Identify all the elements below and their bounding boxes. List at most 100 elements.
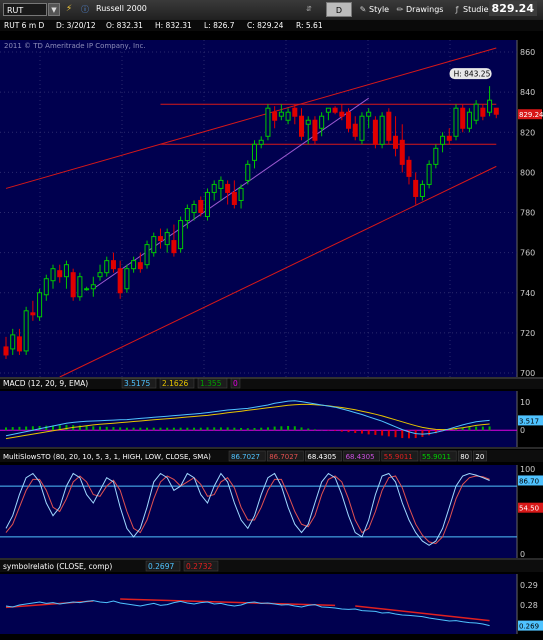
candle [245, 160, 251, 185]
candle-body [110, 260, 116, 270]
candle [265, 104, 271, 141]
macd-panel: MACD (12, 20, 9, EMA) 3.5175 2.1626 1.355 0 1… [0, 377, 543, 447]
chart-area[interactable]: 7007207407607808008208408602011 © TD Ame… [0, 31, 543, 640]
sto-tag2: 54.50 [519, 505, 539, 513]
info-date: D: 3/20/12 [56, 21, 96, 30]
high-label-text: H: 843.25 [454, 70, 491, 79]
candle [426, 160, 432, 189]
style-button[interactable]: Style [366, 2, 392, 17]
price-tick-label: 780 [520, 209, 535, 218]
chart-title: Russell 2000 [96, 4, 147, 13]
candle-body [393, 135, 399, 149]
candle-body [157, 236, 163, 242]
macd-label: MACD (12, 20, 9, EMA) [3, 379, 88, 388]
sto-value: 20 [475, 453, 484, 461]
candle [23, 306, 29, 355]
candle-body [104, 260, 110, 274]
candle-body [366, 111, 372, 117]
info-icon[interactable]: ⓘ [78, 3, 92, 16]
candle-body [359, 115, 365, 141]
candle [386, 108, 392, 145]
candle-body [339, 111, 345, 117]
price-tick-label: 740 [520, 289, 535, 298]
candle-body [453, 107, 459, 137]
price-tick-label: 760 [520, 249, 535, 258]
candle [372, 116, 378, 149]
candle-body [137, 262, 143, 270]
candle-body [178, 220, 184, 250]
macd-value: 0 [233, 379, 238, 388]
candle-body [426, 163, 432, 185]
candle-body [231, 191, 237, 205]
info-range: R: 5.61 [296, 21, 323, 30]
candle-body [30, 312, 36, 316]
symbol-dropdown-icon[interactable]: ▼ [48, 3, 60, 16]
candle-body [413, 179, 419, 197]
symbol-input[interactable]: RUT [3, 3, 47, 16]
candle [473, 100, 479, 125]
macd-tag: 3.517 [519, 417, 539, 425]
candle-body [245, 163, 251, 181]
candle-body [77, 276, 83, 298]
candle-body [466, 111, 472, 129]
candle-body [238, 187, 244, 201]
sto-value: 86.7027 [269, 453, 298, 461]
candle-body [332, 107, 338, 113]
candle [144, 240, 150, 269]
period-button[interactable]: D [326, 2, 352, 17]
macd-bg [0, 391, 517, 447]
compare-icon[interactable]: ⇵ [302, 3, 316, 16]
price-panel: 700 720 740 760 780 800 820 840 860 2011 © TD Ame… [0, 40, 543, 378]
sto-tick-label: 0 [520, 550, 525, 559]
candle [312, 116, 318, 145]
candle-body [278, 111, 284, 117]
macd-value: 2.1626 [162, 379, 188, 388]
candle [359, 112, 365, 145]
info-open: O: 832.31 [106, 21, 143, 30]
sto-tag1: 86.70 [519, 477, 539, 485]
candle-body [16, 336, 22, 352]
price-tick-label: 700 [520, 369, 535, 378]
sto-label: MultiSlowSTO (80, 20, 10, 5, 3, 1, HIGH,… [3, 453, 211, 461]
candle-body [487, 99, 493, 113]
bolt-icon[interactable]: ⚡ [62, 3, 76, 16]
stochastic-panel: MultiSlowSTO (80, 20, 10, 5, 3, 1, HIGH,… [0, 450, 543, 559]
candle-body [117, 268, 123, 294]
candle-body [3, 346, 9, 356]
candle-body [164, 232, 170, 246]
candle-body [251, 143, 258, 161]
candle-body [433, 147, 439, 165]
candle-body [84, 288, 90, 291]
candle-body [225, 183, 231, 193]
candle [37, 288, 43, 321]
sto-value: 55.9011 [422, 453, 451, 461]
candle-body [37, 292, 43, 318]
copyright-text: 2011 © TD Ameritrade IP Company, Inc. [4, 42, 146, 50]
symbol-relation-panel: symbolrelatio (CLOSE, comp) 0.2697 0.2732 0… [0, 560, 543, 634]
candle-body [204, 191, 211, 218]
price-tick-label: 860 [520, 48, 535, 57]
candle-body [352, 123, 358, 137]
price-tick-label: 840 [520, 88, 535, 97]
sto-value: 68.4305 [307, 453, 336, 461]
sto-tick-label: 100 [520, 465, 535, 474]
rel-value: 0.2697 [148, 562, 174, 571]
macd-tick-label: 10 [520, 398, 530, 407]
candle-body [90, 284, 96, 290]
candle-body [346, 111, 352, 129]
candle-body [493, 107, 499, 115]
price-bg [0, 40, 517, 377]
candle-body [292, 107, 298, 117]
rel-tick-label: 0.29 [520, 581, 538, 590]
candle-body [440, 135, 446, 145]
candle-body [151, 236, 157, 254]
info-low: L: 826.7 [204, 21, 235, 30]
candle-body [406, 159, 412, 177]
macd-value: 1.355 [200, 379, 222, 388]
candle-body [57, 270, 63, 278]
rel-tick-label: 0.28 [520, 601, 538, 610]
sto-value: 68.4305 [346, 453, 375, 461]
candle-body [372, 119, 378, 145]
drawings-button[interactable]: Drawings [403, 2, 446, 17]
candle-body [379, 115, 385, 145]
